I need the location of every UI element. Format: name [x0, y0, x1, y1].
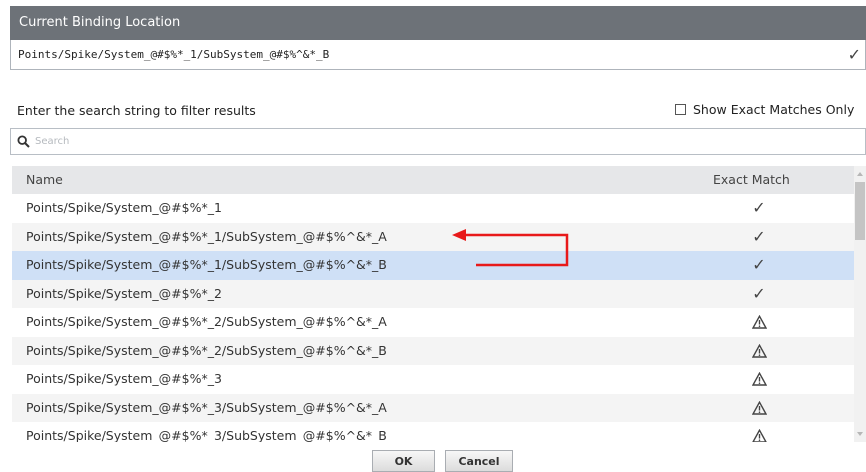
- exact-matches-label: Show Exact Matches Only: [693, 102, 855, 117]
- scroll-down-icon[interactable]: [857, 432, 863, 436]
- table-row[interactable]: Points/Spike/System_@#$%*_2 ✓: [12, 279, 854, 308]
- check-icon: ✓: [752, 198, 766, 217]
- warning-icon: [748, 394, 770, 422]
- table-row[interactable]: Points/Spike/System_@#$%*_1/SubSystem_@#…: [12, 222, 854, 251]
- row-name: Points/Spike/System_@#$%*_1: [26, 200, 222, 215]
- table-scrollbar[interactable]: [854, 166, 866, 442]
- table-row[interactable]: Points/Spike/System_@#$%*_1 ✓: [12, 194, 854, 223]
- table-row[interactable]: Points/Spike/System_@#$%*_2/SubSystem_@#…: [12, 336, 854, 365]
- current-binding-path: Points/Spike/System_@#$%*_1/SubSystem_@#…: [10, 40, 866, 70]
- check-icon: ✓: [752, 226, 766, 246]
- header-title: Current Binding Location: [19, 15, 181, 30]
- binding-location-header: Current Binding Location: [10, 6, 866, 40]
- row-name: Points/Spike/System_@#$%*_3: [26, 371, 222, 386]
- scroll-up-icon[interactable]: [857, 172, 863, 176]
- column-header-exact-match[interactable]: Exact Match: [713, 166, 790, 194]
- table-row[interactable]: Points/Spike/System_@#$%*_2/SubSystem_@#…: [12, 308, 854, 337]
- row-name: Points/Spike/System_@#$%*_1/SubSystem_@#…: [26, 257, 387, 272]
- check-icon: ✓: [752, 255, 766, 274]
- table-header: Name Exact Match: [12, 166, 854, 194]
- filter-instructions: Enter the search string to filter result…: [17, 103, 256, 118]
- column-header-name[interactable]: Name: [26, 166, 63, 194]
- check-icon: ✓: [847, 45, 861, 64]
- search-icon: [17, 135, 30, 148]
- ok-button[interactable]: OK: [372, 450, 435, 472]
- search-box[interactable]: [10, 128, 866, 155]
- row-name: Points/Spike/System_@#$%*_3/SubSystem_@#…: [26, 428, 387, 442]
- show-exact-matches-toggle[interactable]: Show Exact Matches Only: [675, 102, 854, 117]
- warning-icon: [748, 337, 770, 365]
- results-table: Name Exact Match Points/Spike/System_@#$…: [12, 166, 854, 442]
- search-input[interactable]: [35, 132, 855, 151]
- table-row[interactable]: Points/Spike/System_@#$%*_3/SubSystem_@#…: [12, 422, 854, 442]
- binding-path-text: Points/Spike/System_@#$%*_1/SubSystem_@#…: [18, 48, 330, 61]
- warning-icon: [748, 308, 770, 336]
- table-row[interactable]: Points/Spike/System_@#$%*_3/SubSystem_@#…: [12, 393, 854, 422]
- warning-icon: [748, 365, 770, 393]
- scroll-thumb[interactable]: [855, 182, 865, 240]
- row-name: Points/Spike/System_@#$%*_3/SubSystem_@#…: [26, 399, 387, 415]
- table-row[interactable]: Points/Spike/System_@#$%*_3: [12, 365, 854, 394]
- exact-matches-checkbox[interactable]: [675, 104, 686, 115]
- cancel-button[interactable]: Cancel: [445, 450, 513, 472]
- row-name: Points/Spike/System_@#$%*_2: [26, 285, 222, 301]
- row-name: Points/Spike/System_@#$%*_2/SubSystem_@#…: [26, 342, 387, 358]
- row-name: Points/Spike/System_@#$%*_1/SubSystem_@#…: [26, 228, 387, 244]
- row-name: Points/Spike/System_@#$%*_2/SubSystem_@#…: [26, 314, 387, 329]
- table-row[interactable]: Points/Spike/System_@#$%*_1/SubSystem_@#…: [12, 251, 854, 280]
- warning-icon: [748, 422, 770, 442]
- check-icon: ✓: [752, 283, 766, 303]
